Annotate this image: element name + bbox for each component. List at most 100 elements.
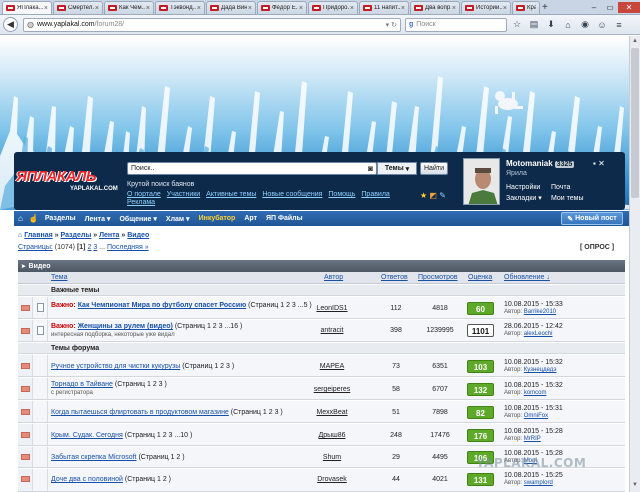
star-icon[interactable]: ★ <box>420 191 427 200</box>
poll-button[interactable]: [ ОПРОС ] <box>580 244 614 251</box>
topic-author[interactable]: LeonIDS1 <box>286 305 378 312</box>
settings-link[interactable]: Настройки <box>506 182 542 193</box>
table-row[interactable]: Доче два с половиной (Страниц 1 2 ) Drov… <box>18 469 625 492</box>
collapse-icon[interactable]: ▸ <box>22 262 26 270</box>
star-icon[interactable]: ☆ <box>510 18 524 32</box>
topic-author[interactable]: Shum <box>286 454 378 461</box>
new-tab-icon[interactable]: + <box>542 2 548 13</box>
nav-chat[interactable]: Общение ▾ <box>119 215 156 223</box>
new-post-button[interactable]: ✎ Новый пост <box>561 212 623 225</box>
close-tab-icon[interactable]: × <box>401 5 405 12</box>
browser-tab[interactable]: Смертел...× <box>53 1 103 14</box>
reading-list-icon[interactable]: ▤ <box>527 18 541 32</box>
nav-files[interactable]: ЯП Файлы <box>266 215 303 222</box>
topic-author[interactable]: MAPEA <box>286 363 378 370</box>
col-rating[interactable]: Оценка <box>468 274 492 281</box>
nav-feed[interactable]: Лента ▾ <box>85 215 111 223</box>
topic-title[interactable]: Забытая скрепка Microsoft (Страниц 1 2 ) <box>51 454 185 461</box>
link-rules[interactable]: Правила <box>361 191 389 198</box>
my-topics-link[interactable]: Мои темы <box>551 193 584 204</box>
link-help[interactable]: Помощь <box>328 191 355 198</box>
back-arrow-icon[interactable]: ◀ <box>3 17 18 32</box>
link-members[interactable]: Участники <box>167 191 200 198</box>
chat-icon[interactable]: ☺ <box>595 18 609 32</box>
pocket-icon[interactable]: ◉ <box>578 18 592 32</box>
topic-author[interactable]: MexxBeat <box>286 409 378 416</box>
pen-icon[interactable]: ✎ <box>439 191 446 200</box>
bookmarks-link[interactable]: Закладки ▾ <box>506 193 542 204</box>
link-active-topics[interactable]: Активные темы <box>206 191 256 198</box>
topic-author[interactable]: sergeiperes <box>286 386 378 393</box>
topic-author[interactable]: Drovasek <box>286 476 378 483</box>
menu-icon[interactable]: ≡ <box>612 18 626 32</box>
close-tab-icon[interactable]: × <box>95 5 99 12</box>
close-icon[interactable]: ✕ <box>598 159 605 168</box>
table-row[interactable]: Торнадо в Тайване (Страниц 1 2 3 ) с рег… <box>18 378 625 400</box>
minimize-icon[interactable]: – <box>586 2 602 13</box>
topic-title[interactable]: Важно: Как Чемпионат Мира по футболу спа… <box>51 302 312 309</box>
crumb-main[interactable]: Главная <box>24 232 52 239</box>
page-link[interactable]: 3 <box>93 244 97 251</box>
download-icon[interactable]: ⬇ <box>544 18 558 32</box>
col-views[interactable]: Просмотров <box>418 274 458 281</box>
username[interactable]: Motomaniak 3325 <box>506 159 575 168</box>
table-row[interactable]: Важно: Как Чемпионат Мира по футболу спа… <box>18 297 625 319</box>
avatar[interactable] <box>463 158 500 205</box>
page-scrollbar[interactable]: ▲ ▼ <box>629 36 640 492</box>
table-row[interactable]: Когда пытаешься флиртовать в продуктовом… <box>18 401 625 423</box>
topic-title[interactable]: Когда пытаешься флиртовать в продуктовом… <box>51 409 283 416</box>
close-tab-icon[interactable]: × <box>197 5 201 12</box>
close-tab-icon[interactable]: × <box>503 5 507 12</box>
browser-tab[interactable]: Кра... <box>512 1 540 14</box>
table-row[interactable]: Важно: Женщины за рулем (видео) (Страниц… <box>18 320 625 342</box>
close-tab-icon[interactable]: × <box>299 5 303 12</box>
browser-tab[interactable]: Придоро...× <box>308 1 358 14</box>
rss-icon[interactable]: ◩ <box>429 191 437 200</box>
page-link[interactable]: 2 <box>87 244 91 251</box>
nav-incubator[interactable]: Инкубатор <box>199 215 236 222</box>
scroll-thumb[interactable] <box>631 48 639 198</box>
crumb-video[interactable]: Видео <box>127 232 149 239</box>
thumbs-up-icon[interactable]: ☝ <box>29 214 39 223</box>
link-new-messages[interactable]: Новые сообщения <box>262 191 322 198</box>
table-row[interactable]: Крым. Судак. Сегодня (Страниц 1 2 3 ...1… <box>18 424 625 446</box>
nav-junk[interactable]: Хлам ▾ <box>166 215 190 223</box>
topic-title[interactable]: Доче два с половиной (Страниц 1 2 ) <box>51 476 171 483</box>
col-author[interactable]: Автор <box>324 274 343 281</box>
topic-title[interactable]: Крым. Судак. Сегодня (Страниц 1 2 3 ...1… <box>51 432 192 439</box>
site-search-input[interactable]: Поиск.. ◙ <box>127 162 377 175</box>
col-updated[interactable]: Обновление ↓ <box>504 274 550 281</box>
link-about[interactable]: О портале <box>127 191 161 198</box>
close-tab-icon[interactable]: × <box>146 5 150 12</box>
close-window-icon[interactable]: ✕ <box>618 1 640 13</box>
close-tab-icon[interactable]: × <box>350 5 354 12</box>
close-tab-icon[interactable]: × <box>44 5 48 12</box>
maximize-icon[interactable]: ▭ <box>602 2 618 13</box>
site-logo[interactable]: ЯПЛАКАЛЬ YAPLAKAL.COM <box>16 168 124 194</box>
mail-link[interactable]: Почта <box>551 182 584 193</box>
search-button[interactable]: Найти <box>420 162 448 175</box>
table-row[interactable]: Ручное устройство для чистки кукурузы (С… <box>18 355 625 377</box>
browser-tab[interactable]: Дада Вин...× <box>206 1 256 14</box>
search-type-select[interactable]: Темы ▾ <box>377 162 417 175</box>
topic-author[interactable]: antracit <box>286 327 378 334</box>
topic-author[interactable]: Дрыш86 <box>286 432 378 439</box>
topic-title[interactable]: Торнадо в Тайване (Страниц 1 2 3 ) <box>51 381 167 388</box>
browser-tab[interactable]: Как Чем... × <box>104 1 154 14</box>
last-page-link[interactable]: Последняя » <box>107 244 149 251</box>
col-topic[interactable]: Тема <box>51 274 67 281</box>
pages-label[interactable]: Страницы: <box>18 244 53 251</box>
browser-tab[interactable]: Тэквонд... × <box>155 1 205 14</box>
browser-tab[interactable]: Истории... × <box>461 1 511 14</box>
close-tab-icon[interactable]: × <box>452 5 456 12</box>
home-icon[interactable]: ⌂ <box>18 214 23 223</box>
topic-title[interactable]: Ручное устройство для чистки кукурузы (С… <box>51 363 234 370</box>
crumb-sections[interactable]: Разделы <box>61 232 92 239</box>
home-icon[interactable]: ⌂ <box>561 18 575 32</box>
link-advertising[interactable]: Реклама <box>127 199 155 206</box>
nav-art[interactable]: Арт <box>244 215 257 222</box>
browser-tab[interactable]: Два вопр...× <box>410 1 460 14</box>
plus-icon[interactable]: ▪ <box>593 159 596 168</box>
reload-icon[interactable]: ▾ ↻ <box>386 21 397 29</box>
topic-title[interactable]: Важно: Женщины за рулем (видео) (Страниц… <box>51 323 242 330</box>
